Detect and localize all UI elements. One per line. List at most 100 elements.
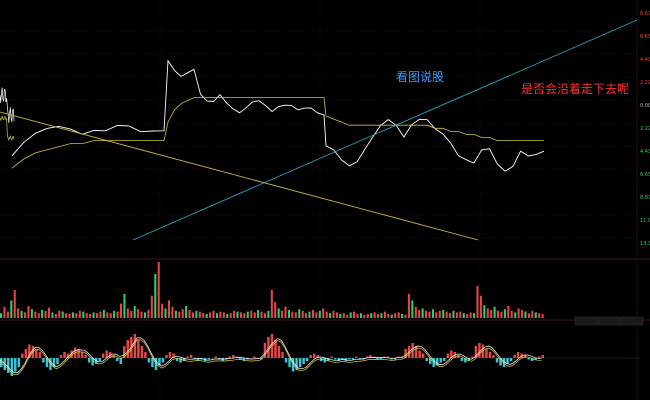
volume-bar [503,309,506,318]
volume-bar [140,311,143,318]
right-axis-label: 8.87% [640,195,650,201]
volume-bar [346,314,349,318]
volume-bar [356,314,359,318]
volume-bar [41,310,44,318]
macd-bar [492,355,495,358]
volume-bar [92,312,95,318]
right-axis-label: 6.65% [640,34,650,40]
volume-bar [353,311,356,318]
volume-bar [219,311,222,318]
volume-bar [401,314,404,318]
volume-bar [473,313,476,318]
macd-bar [77,349,80,358]
volume-bar [507,306,510,318]
volume-bar [10,300,13,318]
volume-bar [47,307,51,318]
volume-bar [233,310,236,318]
volume-bar [174,310,177,318]
volume-bar [150,295,153,318]
volume-bar [195,310,198,318]
macd-bar [309,355,312,358]
volume-bar [421,308,424,318]
volume-bar [414,306,417,318]
volume-bar [462,313,465,318]
macd-bar [168,352,172,358]
volume-tab-2[interactable] [597,316,621,326]
macd-bar [63,352,66,358]
volume-bar [222,312,225,318]
volume-bar [34,311,37,318]
volume-bar [428,311,431,318]
volume-bar [449,313,452,318]
macd-bar [348,358,351,360]
volume-bar [71,312,75,318]
volume-bar [322,308,325,318]
macd-bar [221,358,224,361]
volume-bar [298,309,301,318]
volume-bar [349,312,352,318]
macd-bar [537,356,541,358]
volume-bar [281,310,284,318]
volume-bar [538,313,541,318]
volume-bar [188,310,191,318]
volume-bar [154,274,157,318]
volume-bar [23,312,27,318]
macd-bar [446,353,450,358]
volume-bar [294,312,297,318]
volume-bar [469,312,472,318]
volume-bar [44,310,47,318]
volume-bar [147,310,150,318]
volume-bar [311,310,314,318]
volume-bar [82,311,85,318]
volume-bar [390,314,393,318]
volume-tab-1[interactable] [574,316,598,326]
volume-bar [359,313,362,318]
volume-bar [394,313,397,318]
volume-bar [493,306,496,318]
volume-bar [209,312,212,318]
volume-bar [452,310,455,318]
macd-bar [509,358,513,361]
volume-bar [308,311,311,318]
volume-bar [113,310,116,318]
macd-bar [302,358,305,364]
macd-bar [126,340,130,358]
volume-bar [65,313,68,318]
volume-bar [119,303,123,318]
volume-bar [257,310,260,318]
volume-bar [58,310,61,318]
macd-bar [14,358,17,372]
volume-bar [315,312,318,318]
annotation-question: 是否会沿着走下去呢 [521,81,629,96]
right-axis-label: 2.22% [640,80,650,86]
chart-background [0,0,650,400]
volume-bar [20,310,23,318]
volume-tab-3[interactable] [620,316,644,326]
volume-bar [226,314,229,318]
volume-bar [404,314,407,318]
volume-bar [270,290,273,318]
volume-bar [167,300,171,318]
macd-bar [59,355,63,358]
macd-bar [161,358,165,363]
volume-bar [332,310,335,318]
volume-bar [284,306,287,318]
macd-bar [418,350,421,358]
macd-bar [312,353,316,358]
right-axis-label: 13.30% [640,241,650,247]
volume-bar [178,311,181,318]
volume-bar [497,310,500,318]
macd-bar [189,355,193,358]
volume-bar [521,310,524,318]
volume-bar [250,310,253,318]
volume-bar [75,313,78,318]
volume-bar [133,306,136,318]
macd-bar [207,358,210,360]
chart: 看图说股 是否会沿着走下去呢 6.67% 6.65% 4.43% 2.22% 0.00%… [0,0,650,400]
volume-bar [205,314,208,318]
macd-bar [516,352,520,358]
macd-bar [38,352,42,358]
volume-bar [123,294,126,318]
volume-bar [291,311,294,318]
macd-bar [488,352,492,358]
